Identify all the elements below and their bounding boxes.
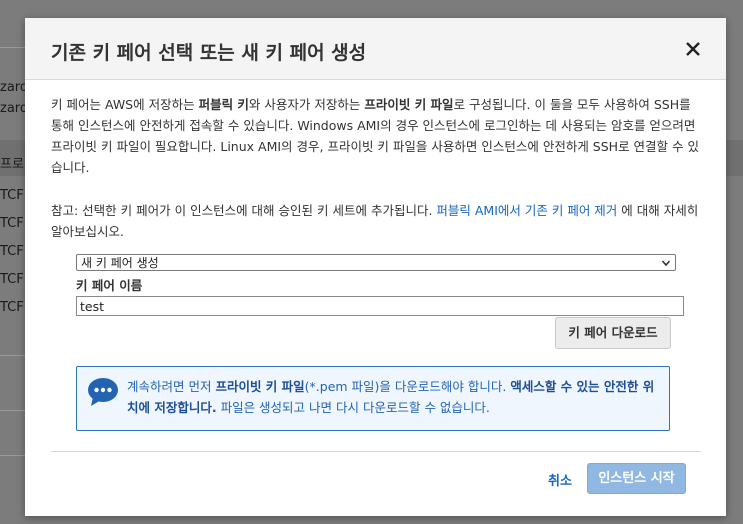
download-key-pair-button[interactable]: 키 페어 다운로드 [555, 317, 671, 349]
intro-public-key: 퍼블릭 키 [198, 97, 249, 112]
key-pair-option-select[interactable]: 새 키 페어 생성 [76, 254, 676, 271]
intro-text: 키 페어는 AWS에 저장하는 [51, 97, 199, 112]
intro-private-key: 프라이빗 키 파일 [364, 97, 454, 112]
remove-key-pair-link[interactable]: 퍼블릭 AMI에서 기존 키 페어 제거 [436, 203, 617, 218]
select-value: 새 키 페어 생성 [81, 256, 159, 270]
info-text: (*.pem 파일)을 다운로드해야 합니다. [304, 379, 511, 394]
chat-bubble-icon [88, 378, 118, 406]
close-icon[interactable] [684, 40, 702, 58]
cancel-button[interactable]: 취소 [548, 470, 572, 489]
info-text: 파일은 생성되고 나면 다시 다운로드할 수 없습니다. [216, 400, 490, 415]
background-text: zard [0, 101, 29, 116]
background-cell: TCF [0, 272, 24, 287]
key-pair-name-label: 키 페어 이름 [76, 278, 143, 293]
intro-paragraph: 키 페어는 AWS에 저장하는 퍼블릭 키와 사용자가 저장하는 프라이빗 키 … [51, 94, 699, 178]
key-pair-dialog: 기존 키 페어 선택 또는 새 키 페어 생성 키 페어는 AWS에 저장하는 … [25, 18, 726, 516]
background-column-header: 프로 [0, 157, 24, 172]
footer-divider [51, 451, 701, 452]
info-text: 계속하려면 먼저 [127, 379, 216, 394]
note-text: 참고: 선택한 키 페어가 이 인스턴스에 대해 승인된 키 세트에 추가됩니다… [51, 203, 437, 218]
dialog-header: 기존 키 페어 선택 또는 새 키 페어 생성 [25, 18, 726, 80]
info-emphasis: 프라이빗 키 파일 [215, 379, 305, 394]
chevron-down-icon [661, 260, 671, 267]
dialog-title: 기존 키 페어 선택 또는 새 키 페어 생성 [51, 42, 367, 64]
intro-text: 와 사용자가 저장하는 [248, 97, 365, 112]
key-pair-name-input[interactable] [76, 296, 684, 316]
background-cell: TCF [0, 188, 24, 203]
background-cell: TCF [0, 244, 24, 259]
background-cell: TCF [0, 216, 24, 231]
launch-instances-button[interactable]: 인스턴스 시작 [587, 463, 686, 494]
background-cell: TCF [0, 300, 24, 315]
info-message: 계속하려면 먼저 프라이빗 키 파일(*.pem 파일)을 다운로드해야 합니다… [127, 376, 661, 418]
info-alert: 계속하려면 먼저 프라이빗 키 파일(*.pem 파일)을 다운로드해야 합니다… [76, 366, 670, 431]
background-text: zard [0, 80, 29, 95]
note-paragraph: 참고: 선택한 키 페어가 이 인스턴스에 대해 승인된 키 세트에 추가됩니다… [51, 200, 699, 242]
